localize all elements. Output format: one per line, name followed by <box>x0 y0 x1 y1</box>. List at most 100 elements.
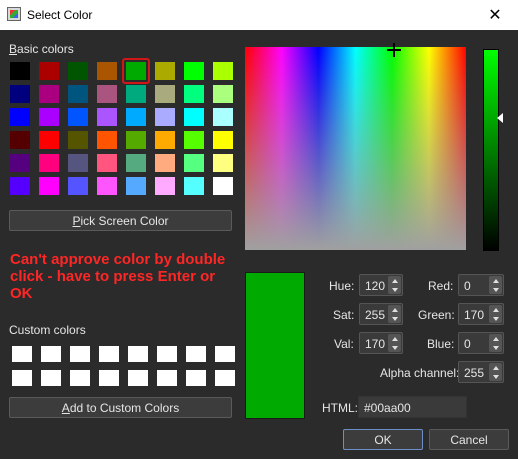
custom-color-swatch[interactable] <box>157 370 177 386</box>
swatch-color[interactable] <box>39 177 59 195</box>
swatch-color[interactable] <box>68 108 88 126</box>
swatch-color[interactable] <box>213 108 233 126</box>
sat-spinbox[interactable]: 255 <box>359 303 403 325</box>
swatch-color[interactable] <box>97 85 117 103</box>
custom-color-swatch[interactable] <box>12 346 32 362</box>
basic-color-swatch[interactable] <box>97 62 117 80</box>
swatch-color[interactable] <box>97 131 117 149</box>
basic-color-swatch[interactable] <box>184 131 204 149</box>
basic-color-swatch[interactable] <box>184 85 204 103</box>
swatch-color[interactable] <box>97 108 117 126</box>
basic-color-swatch[interactable] <box>126 154 146 172</box>
swatch-color[interactable] <box>10 177 30 195</box>
basic-color-swatch[interactable] <box>10 154 30 172</box>
basic-color-swatch[interactable] <box>184 177 204 195</box>
basic-color-swatch[interactable] <box>213 62 233 80</box>
swatch-color[interactable] <box>213 85 233 103</box>
cancel-button[interactable]: Cancel <box>429 429 509 450</box>
swatch-color[interactable] <box>39 62 59 80</box>
swatch-color[interactable] <box>68 154 88 172</box>
swatch-color[interactable] <box>126 108 146 126</box>
blue-spinbox[interactable]: 0 <box>458 332 504 354</box>
swatch-color[interactable] <box>155 85 175 103</box>
basic-color-swatch[interactable] <box>68 131 88 149</box>
swatch-color[interactable] <box>97 154 117 172</box>
swatch-color[interactable] <box>97 62 117 80</box>
custom-color-swatch[interactable] <box>157 346 177 362</box>
green-spinbox[interactable]: 170 <box>458 303 504 325</box>
alpha-spinbox[interactable]: 255 <box>458 361 504 383</box>
swatch-color[interactable] <box>126 85 146 103</box>
swatch-color[interactable] <box>10 154 30 172</box>
html-color-input[interactable]: #00aa00 <box>358 396 467 418</box>
swatch-color[interactable] <box>39 108 59 126</box>
basic-color-swatch[interactable] <box>10 108 30 126</box>
value-slider-arrow-icon[interactable] <box>497 113 503 123</box>
basic-color-swatch[interactable] <box>97 154 117 172</box>
basic-color-swatch[interactable] <box>10 85 30 103</box>
basic-color-swatch[interactable] <box>155 62 175 80</box>
swatch-color[interactable] <box>97 177 117 195</box>
custom-color-swatch[interactable] <box>186 346 206 362</box>
custom-color-swatch[interactable] <box>128 370 148 386</box>
custom-color-swatch[interactable] <box>128 346 148 362</box>
basic-color-swatch[interactable] <box>39 108 59 126</box>
basic-color-swatch[interactable] <box>155 131 175 149</box>
add-to-custom-colors-button[interactable]: Add to Custom Colors <box>9 397 232 418</box>
basic-color-swatch[interactable] <box>126 85 146 103</box>
custom-color-swatch[interactable] <box>41 346 61 362</box>
basic-color-swatch[interactable] <box>122 58 150 84</box>
basic-color-swatch[interactable] <box>155 177 175 195</box>
swatch-color[interactable] <box>10 62 30 80</box>
swatch-color[interactable] <box>213 177 233 195</box>
swatch-color[interactable] <box>213 154 233 172</box>
basic-color-swatch[interactable] <box>126 177 146 195</box>
custom-color-swatch[interactable] <box>215 346 235 362</box>
basic-color-swatch[interactable] <box>68 154 88 172</box>
swatch-color[interactable] <box>155 62 175 80</box>
basic-color-swatch[interactable] <box>155 108 175 126</box>
swatch-color[interactable] <box>39 131 59 149</box>
val-spinbox[interactable]: 170 <box>359 332 403 354</box>
swatch-color[interactable] <box>184 85 204 103</box>
swatch-color[interactable] <box>68 131 88 149</box>
swatch-color[interactable] <box>155 154 175 172</box>
swatch-color[interactable] <box>213 62 233 80</box>
swatch-color[interactable] <box>155 177 175 195</box>
basic-color-swatch[interactable] <box>184 62 204 80</box>
basic-color-swatch[interactable] <box>213 154 233 172</box>
swatch-color[interactable] <box>126 154 146 172</box>
basic-color-swatch[interactable] <box>213 131 233 149</box>
basic-color-swatch[interactable] <box>68 108 88 126</box>
basic-color-swatch[interactable] <box>126 131 146 149</box>
basic-color-swatch[interactable] <box>97 85 117 103</box>
swatch-color[interactable] <box>155 131 175 149</box>
custom-color-swatch[interactable] <box>186 370 206 386</box>
swatch-color[interactable] <box>10 85 30 103</box>
basic-color-swatch[interactable] <box>39 131 59 149</box>
custom-color-swatch[interactable] <box>99 346 119 362</box>
swatch-color[interactable] <box>68 85 88 103</box>
ok-button[interactable]: OK <box>343 429 423 450</box>
color-spectrum[interactable] <box>245 47 466 250</box>
swatch-color[interactable] <box>10 131 30 149</box>
swatch-color[interactable] <box>10 108 30 126</box>
basic-color-swatch[interactable] <box>213 177 233 195</box>
custom-color-swatch[interactable] <box>215 370 235 386</box>
basic-color-swatch[interactable] <box>184 108 204 126</box>
crosshair-icon[interactable] <box>387 43 401 57</box>
swatch-color[interactable] <box>213 131 233 149</box>
swatch-color[interactable] <box>39 154 59 172</box>
swatch-color[interactable] <box>39 85 59 103</box>
basic-color-swatch[interactable] <box>39 177 59 195</box>
swatch-color[interactable] <box>184 154 204 172</box>
swatch-color[interactable] <box>184 131 204 149</box>
basic-color-swatch[interactable] <box>39 62 59 80</box>
custom-color-swatch[interactable] <box>41 370 61 386</box>
hue-spinbox[interactable]: 120 <box>359 274 403 296</box>
swatch-color[interactable] <box>155 108 175 126</box>
basic-color-swatch[interactable] <box>213 108 233 126</box>
basic-color-swatch[interactable] <box>97 131 117 149</box>
basic-color-swatch[interactable] <box>97 177 117 195</box>
swatch-color[interactable] <box>184 108 204 126</box>
